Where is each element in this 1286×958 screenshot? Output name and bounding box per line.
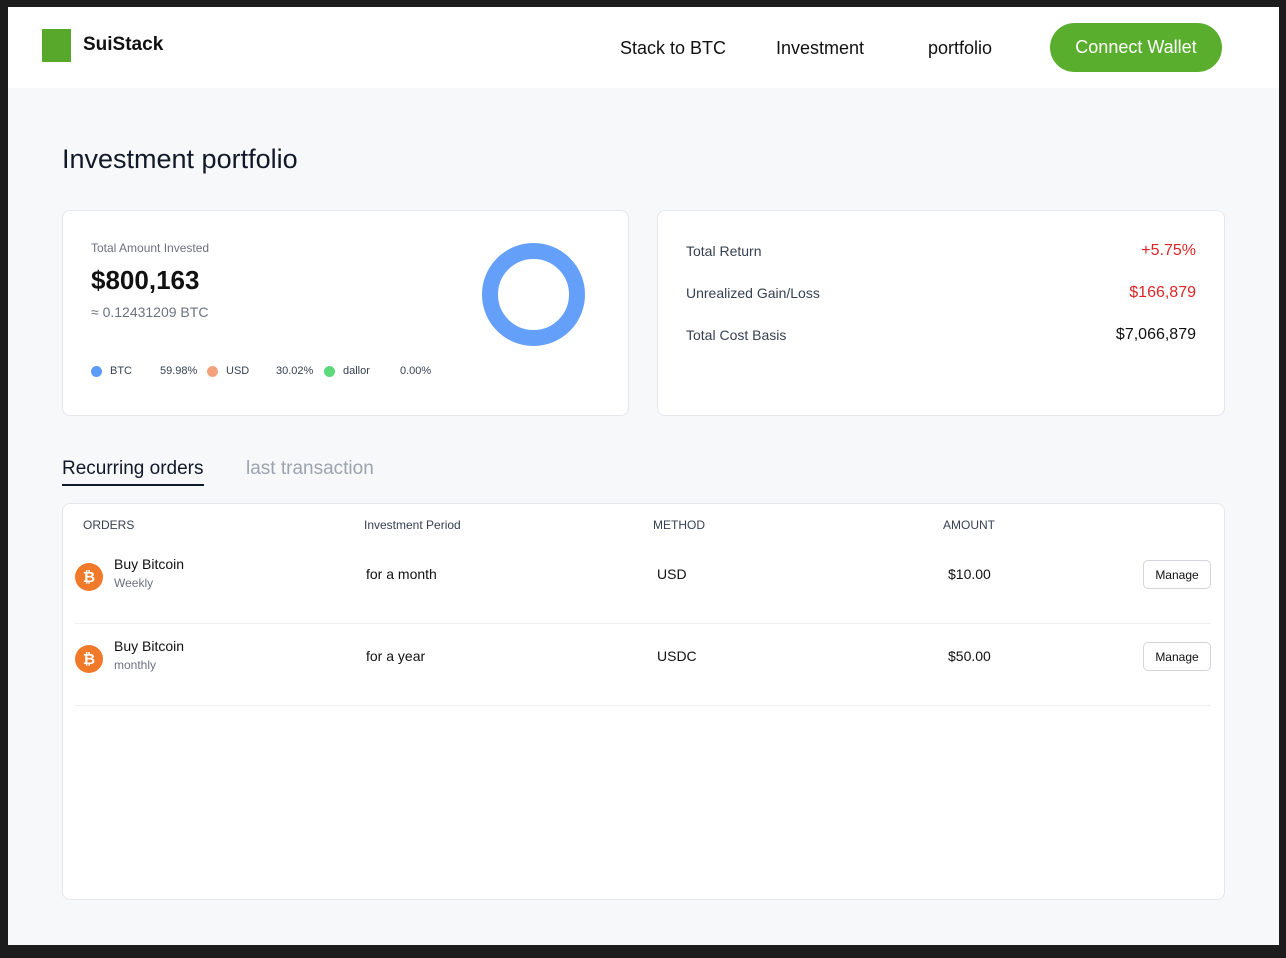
orders-table: ORDERS Investment Period METHOD AMOUNT ₿… — [62, 503, 1225, 900]
stat-label: Total Cost Basis — [686, 327, 787, 343]
column-header-amount: AMOUNT — [943, 518, 995, 532]
order-name: Buy Bitcoin — [114, 556, 185, 572]
legend-dot — [207, 365, 218, 377]
column-header-period: Investment Period — [364, 518, 461, 532]
tab-last-transaction[interactable]: last transaction — [246, 458, 374, 480]
order-period: for a month — [366, 566, 437, 582]
nav-investment[interactable]: Investment — [776, 38, 864, 59]
order-amount: $50.00 — [948, 648, 991, 664]
investment-summary-card: Total Amount Invested $800,163 ≈ 0.12431… — [62, 210, 629, 416]
legend-label: USD — [226, 365, 250, 377]
legend-percent: 30.02% — [276, 365, 314, 377]
stat-value: +5.75% — [1141, 242, 1196, 259]
manage-button[interactable]: Manage — [1143, 560, 1211, 589]
total-invested-amount: $800,163 — [91, 265, 200, 295]
manage-button[interactable]: Manage — [1143, 642, 1211, 671]
connect-wallet-button[interactable]: Connect Wallet — [1050, 23, 1222, 72]
legend-label: BTC — [110, 365, 132, 377]
order-method: USDC — [657, 648, 697, 664]
stat-total-cost-basis: Total Cost Basis $7,066,879 — [686, 326, 1196, 344]
btc-equivalent: ≈ 0.12431209 BTC — [91, 304, 209, 320]
stat-value: $7,066,879 — [1115, 326, 1196, 343]
order-period: for a year — [366, 648, 426, 664]
legend-label: dallor — [343, 365, 370, 377]
column-header-method: METHOD — [653, 518, 705, 532]
order-frequency: Weekly — [114, 576, 154, 590]
legend-percent: 59.98% — [160, 365, 198, 377]
nav-portfolio[interactable]: portfolio — [928, 38, 992, 59]
order-frequency: monthly — [114, 658, 157, 672]
stat-value: $166,879 — [1129, 284, 1196, 301]
tab-recurring-orders[interactable]: Recurring orders — [62, 458, 204, 486]
legend-item-btc: BTC 59.98% — [91, 365, 197, 377]
logo-icon — [42, 29, 71, 62]
order-method: USD — [657, 566, 687, 582]
returns-card: Total Return +5.75% Unrealized Gain/Loss… — [657, 210, 1225, 416]
top-navbar: SuiStack Stack to BTC Investment portfol… — [8, 7, 1279, 88]
order-name: Buy Bitcoin — [114, 638, 185, 654]
legend-percent: 0.00% — [400, 365, 432, 377]
bitcoin-icon: ₿ — [75, 563, 103, 591]
legend-item-usd: USD 30.02% — [207, 365, 313, 377]
legend-dot — [91, 365, 102, 377]
stat-label: Total Return — [686, 243, 762, 259]
table-row: ₿ Buy Bitcoin Weekly for a month USD $10… — [75, 542, 1211, 624]
allocation-donut-chart — [482, 243, 585, 346]
nav-stack-to-btc[interactable]: Stack to BTC — [620, 38, 726, 59]
column-header-orders: ORDERS — [83, 518, 135, 532]
order-amount: $10.00 — [948, 566, 991, 582]
table-row: ₿ Buy Bitcoin monthly for a year USDC $5… — [75, 624, 1211, 706]
donut-ring — [482, 243, 585, 346]
app-window: SuiStack Stack to BTC Investment portfol… — [8, 7, 1279, 945]
legend-dot — [324, 365, 335, 377]
stat-total-return: Total Return +5.75% — [686, 242, 1196, 260]
page-title: Investment portfolio — [62, 144, 298, 174]
legend-item-dallor: dallor 0.00% — [324, 365, 431, 377]
stat-label: Unrealized Gain/Loss — [686, 285, 820, 301]
bitcoin-icon: ₿ — [75, 645, 103, 673]
brand-name: SuiStack — [83, 34, 164, 55]
total-invested-label: Total Amount Invested — [91, 241, 210, 255]
stat-unrealized-gain: Unrealized Gain/Loss $166,879 — [686, 284, 1196, 302]
